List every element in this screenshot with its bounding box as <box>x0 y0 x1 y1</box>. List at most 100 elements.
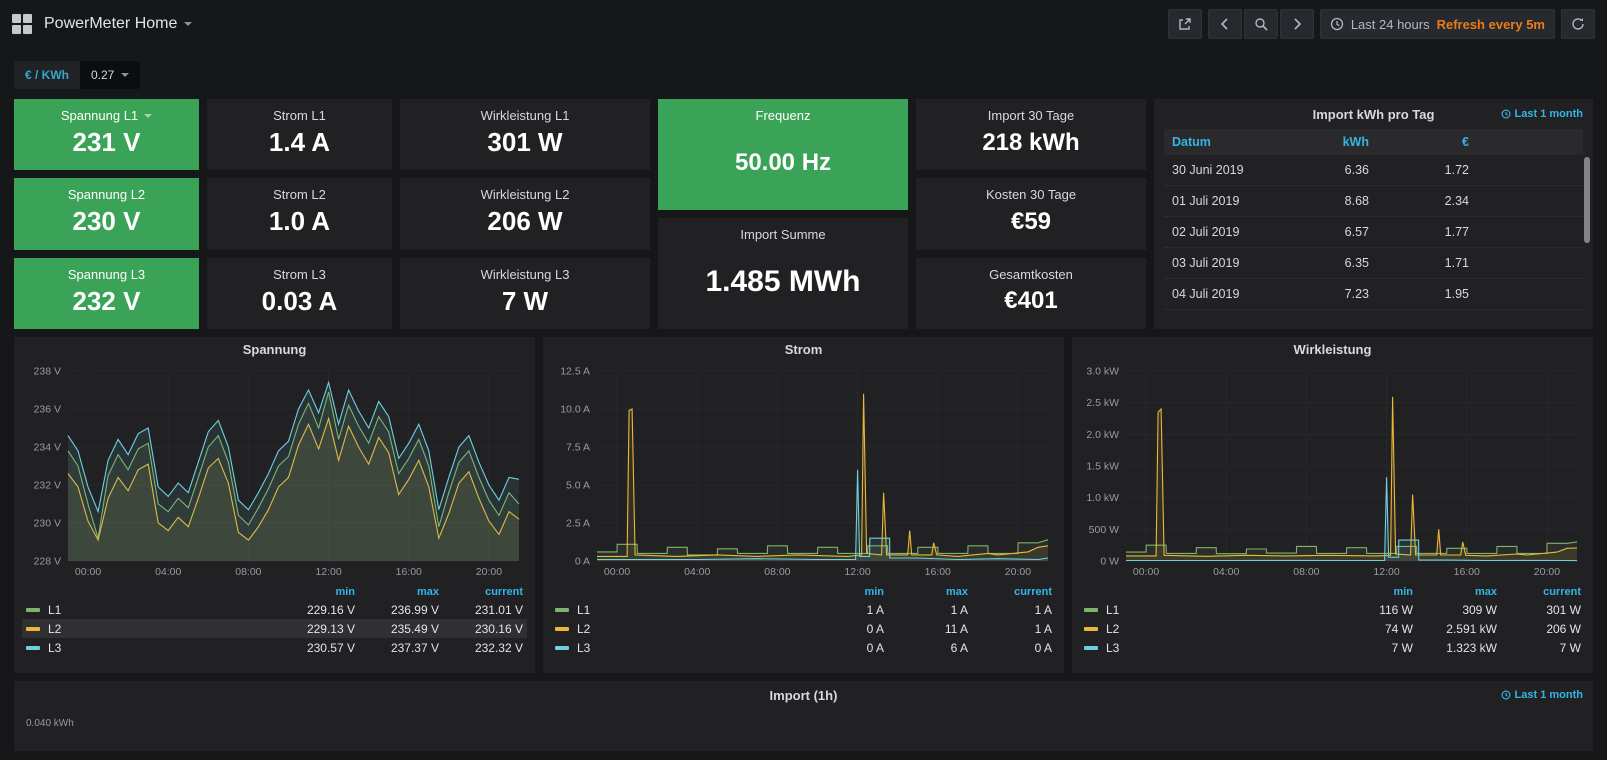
stat-value: 231 V <box>73 123 141 170</box>
refresh-button[interactable] <box>1561 9 1595 39</box>
cell-kwh: 8.68 <box>1262 186 1377 217</box>
legend-series-toggle[interactable]: L1 <box>551 600 804 619</box>
dashboard-title-dropdown[interactable]: PowerMeter Home <box>44 15 192 33</box>
column-header-kwh[interactable]: kWh <box>1262 129 1377 155</box>
cell-eur: 1.71 <box>1377 248 1477 279</box>
svg-text:0 W: 0 W <box>1100 556 1119 568</box>
panel-title[interactable]: Import Summe <box>740 227 825 242</box>
stat-panel-frequenz: Frequenz 50.00 Hz <box>658 99 908 210</box>
legend-max: 2.591 kW <box>1417 619 1501 638</box>
panel-title[interactable]: Strom L1 <box>273 108 326 123</box>
spannung-chart-panel: Spannung 228 V230 V232 V234 V236 V238 V0… <box>14 337 535 673</box>
zoom-out-button[interactable] <box>1244 9 1278 39</box>
column-header-eur[interactable]: € <box>1377 129 1477 155</box>
svg-text:234 V: 234 V <box>34 442 61 454</box>
strom-chart-plot[interactable]: 0 A2.5 A5.0 A7.5 A10.0 A12.5 A00:0004:00… <box>551 363 1056 579</box>
legend-series-toggle[interactable]: L2 <box>551 619 804 638</box>
stat-title-text: Strom L2 <box>273 187 326 202</box>
chart-legend: min max current L1 1 A 1 A 1 A L2 0 A 11… <box>551 584 1056 657</box>
legend-max: 309 W <box>1417 600 1501 619</box>
svg-text:2.5 A: 2.5 A <box>566 518 590 530</box>
svg-text:0 A: 0 A <box>575 556 590 568</box>
svg-text:20:00: 20:00 <box>1534 566 1560 578</box>
panel-title[interactable]: Import 30 Tage <box>988 108 1074 123</box>
panel-title[interactable]: Wirkleistung L1 <box>481 108 570 123</box>
dashboards-grid-icon[interactable] <box>12 14 32 34</box>
cell-date: 02 Juli 2019 <box>1164 217 1262 248</box>
bottom-time-range-link[interactable]: Last 1 month <box>1501 689 1583 701</box>
svg-text:08:00: 08:00 <box>235 566 261 578</box>
svg-text:12:00: 12:00 <box>844 566 870 578</box>
series-label: L1 <box>48 603 61 617</box>
legend-header-min: min <box>804 584 888 600</box>
legend-series-toggle[interactable]: L3 <box>1080 638 1333 657</box>
legend-series-toggle[interactable]: L1 <box>22 600 275 619</box>
spannung-chart-plot[interactable]: 228 V230 V232 V234 V236 V238 V00:0004:00… <box>22 363 527 579</box>
legend-min: 229.16 V <box>275 600 359 619</box>
stat-panel-strom-l1: Strom L1 1.4 A <box>207 99 392 170</box>
stats-row: Spannung L1 231 V Spannung L2 230 V Span… <box>14 99 1593 329</box>
stat-title-text: Wirkleistung L2 <box>481 187 570 202</box>
time-back-button[interactable] <box>1208 9 1242 39</box>
svg-text:2.0 kW: 2.0 kW <box>1086 429 1119 441</box>
panel-title[interactable]: Wirkleistung <box>1080 342 1585 363</box>
legend-current: 231.01 V <box>443 600 527 619</box>
svg-text:236 V: 236 V <box>34 404 61 416</box>
svg-text:228 V: 228 V <box>34 556 61 568</box>
import-table: Datum kWh € 30 Juni 2019 6.36 1.72 01 Ju… <box>1164 129 1583 310</box>
legend-header-min: min <box>275 584 359 600</box>
stat-value: 0.03 A <box>262 282 338 329</box>
legend-current: 7 W <box>1501 638 1585 657</box>
stat-value: 50.00 Hz <box>735 123 831 210</box>
stat-value: 230 V <box>73 202 141 249</box>
legend-row: L3 230.57 V 237.37 V 232.32 V <box>22 638 527 657</box>
stat-title-text: Gesamtkosten <box>989 267 1073 282</box>
time-picker-button[interactable]: Last 24 hours Refresh every 5m <box>1320 9 1555 39</box>
time-forward-button[interactable] <box>1280 9 1314 39</box>
share-button[interactable] <box>1168 9 1202 39</box>
panel-title[interactable]: Spannung L3 <box>68 267 145 282</box>
panel-title[interactable]: Spannung L2 <box>68 187 145 202</box>
panel-title[interactable]: Strom L2 <box>273 187 326 202</box>
svg-text:7.5 A: 7.5 A <box>566 442 590 454</box>
panel-title[interactable]: Spannung <box>22 342 527 363</box>
panel-title[interactable]: Kosten 30 Tage <box>986 187 1076 202</box>
panel-title[interactable]: Import (1h) <box>14 688 1593 703</box>
panel-title[interactable]: Strom <box>551 342 1056 363</box>
table-row: 02 Juli 2019 6.57 1.77 <box>1164 217 1583 248</box>
panel-title[interactable]: Frequenz <box>756 108 811 123</box>
table-time-range-link[interactable]: Last 1 month <box>1501 108 1583 120</box>
panel-title[interactable]: Strom L3 <box>273 267 326 282</box>
series-swatch <box>26 646 40 650</box>
chevron-right-icon <box>1292 18 1302 30</box>
legend-header-min: min <box>1333 584 1417 600</box>
column-header-datum[interactable]: Datum <box>1164 129 1262 155</box>
legend-series-toggle[interactable]: L2 <box>22 619 275 638</box>
variable-value-dropdown[interactable]: 0.27 <box>80 61 140 89</box>
legend-series-toggle[interactable]: L3 <box>551 638 804 657</box>
wirkleistung-chart-plot[interactable]: 0 W500 W1.0 kW1.5 kW2.0 kW2.5 kW3.0 kW00… <box>1080 363 1585 579</box>
table-row: 01 Juli 2019 8.68 2.34 <box>1164 186 1583 217</box>
panel-title[interactable]: Spannung L1 <box>61 108 152 123</box>
template-variables: € / KWh 0.27 <box>14 61 1593 89</box>
kosten-stats-column: Import 30 Tage 218 kWh Kosten 30 Tage €5… <box>916 99 1146 329</box>
panel-title[interactable]: Wirkleistung L3 <box>481 267 570 282</box>
svg-text:12:00: 12:00 <box>315 566 341 578</box>
import-kwh-table-panel: Import kWh pro Tag Last 1 month Datum kW… <box>1154 99 1593 329</box>
panel-title[interactable]: Gesamtkosten <box>989 267 1073 282</box>
panel-title[interactable]: Wirkleistung L2 <box>481 187 570 202</box>
legend-min: 230.57 V <box>275 638 359 657</box>
stat-value: 206 W <box>487 202 562 249</box>
frequenz-import-column: Frequenz 50.00 Hz Import Summe 1.485 MWh <box>658 99 908 329</box>
svg-text:238 V: 238 V <box>34 366 61 378</box>
series-swatch <box>1084 627 1098 631</box>
stat-value: €401 <box>1004 282 1057 329</box>
stat-value: €59 <box>1011 202 1051 249</box>
cell-kwh: 6.35 <box>1262 248 1377 279</box>
legend-series-toggle[interactable]: L1 <box>1080 600 1333 619</box>
legend-series-toggle[interactable]: L3 <box>22 638 275 657</box>
page-title: PowerMeter Home <box>44 15 177 33</box>
table-scrollbar[interactable] <box>1584 157 1590 243</box>
stat-panel-wirkleistung-l2: Wirkleistung L2 206 W <box>400 178 650 249</box>
legend-series-toggle[interactable]: L2 <box>1080 619 1333 638</box>
